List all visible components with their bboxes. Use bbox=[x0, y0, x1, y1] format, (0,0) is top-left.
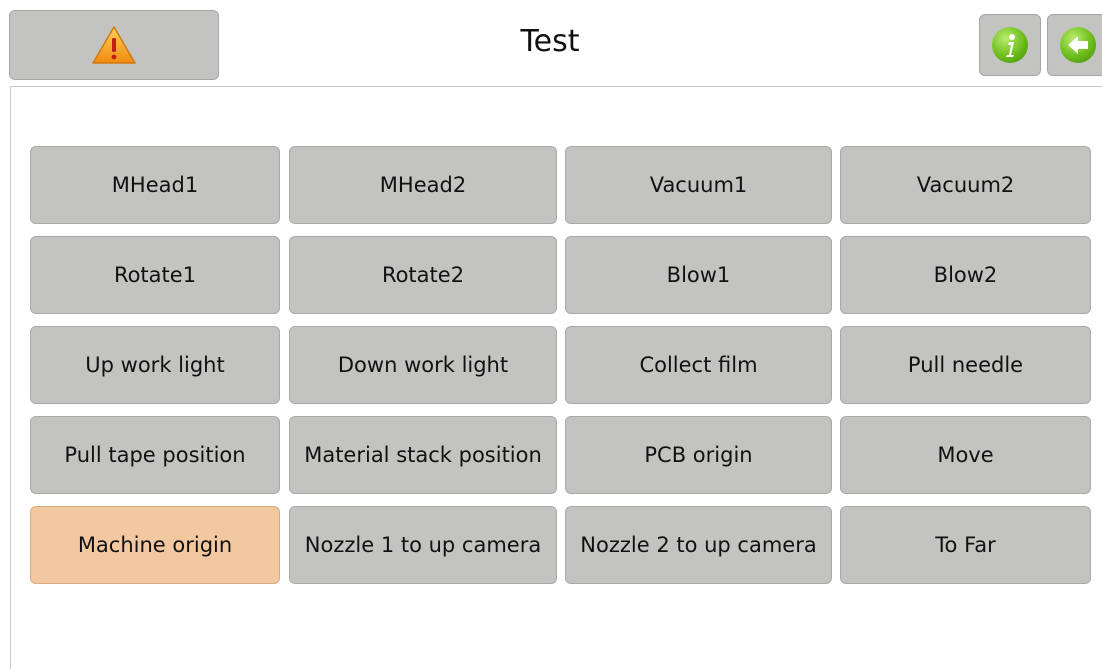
collect-film-button[interactable]: Collect film bbox=[565, 326, 832, 404]
rotate2-button[interactable]: Rotate2 bbox=[289, 236, 557, 314]
machine-origin-button[interactable]: Machine origin bbox=[30, 506, 280, 584]
to-far-button[interactable]: To Far bbox=[840, 506, 1091, 584]
vacuum1-button[interactable]: Vacuum1 bbox=[565, 146, 832, 224]
blow1-button[interactable]: Blow1 bbox=[565, 236, 832, 314]
down-work-light-button[interactable]: Down work light bbox=[289, 326, 557, 404]
mhead1-button[interactable]: MHead1 bbox=[30, 146, 280, 224]
rotate1-button[interactable]: Rotate1 bbox=[30, 236, 280, 314]
material-stack-position-button[interactable]: Material stack position bbox=[289, 416, 557, 494]
pull-needle-button[interactable]: Pull needle bbox=[840, 326, 1091, 404]
warning-triangle-icon bbox=[92, 26, 136, 64]
info-icon bbox=[992, 27, 1028, 63]
test-screen: Test MHead1 MHead2 Vacuum1 Vacuum2 Rotat… bbox=[0, 0, 1102, 669]
move-button[interactable]: Move bbox=[840, 416, 1091, 494]
pcb-origin-button[interactable]: PCB origin bbox=[565, 416, 832, 494]
page-title: Test bbox=[520, 24, 580, 59]
vacuum2-button[interactable]: Vacuum2 bbox=[840, 146, 1091, 224]
up-work-light-button[interactable]: Up work light bbox=[30, 326, 280, 404]
info-button[interactable] bbox=[979, 14, 1041, 76]
nozzle-1-to-up-camera-button[interactable]: Nozzle 1 to up camera bbox=[289, 506, 557, 584]
back-button[interactable] bbox=[1047, 14, 1102, 76]
top-bar: Test bbox=[0, 0, 1102, 86]
blow2-button[interactable]: Blow2 bbox=[840, 236, 1091, 314]
mhead2-button[interactable]: MHead2 bbox=[289, 146, 557, 224]
warning-button[interactable] bbox=[9, 10, 219, 80]
pull-tape-position-button[interactable]: Pull tape position bbox=[30, 416, 280, 494]
nozzle-2-to-up-camera-button[interactable]: Nozzle 2 to up camera bbox=[565, 506, 832, 584]
back-arrow-icon bbox=[1060, 27, 1096, 63]
